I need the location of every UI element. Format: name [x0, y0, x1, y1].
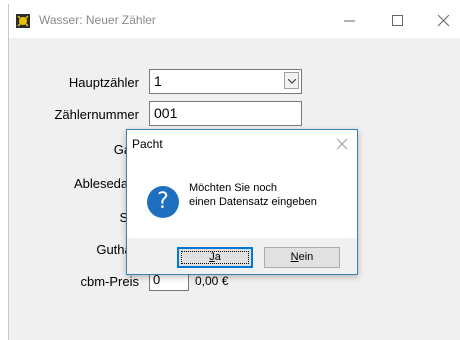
question-icon: ? — [147, 186, 179, 218]
cbm-preis-label: cbm-Preis — [80, 274, 139, 289]
message-dialog: Pacht ? Möchten Sie noch einen Datensatz… — [126, 129, 358, 275]
dialog-title: Pacht — [132, 137, 163, 151]
window-titlebar[interactable]: Wasser: Neuer Zähler — [9, 4, 460, 38]
close-icon — [438, 15, 450, 27]
zaehlernummer-field[interactable]: 001 — [149, 101, 302, 126]
focus-rectangle — [181, 251, 249, 264]
app-icon — [16, 14, 30, 28]
ablesedatum-label: Ablesedatu — [73, 176, 139, 191]
hauptzaehler-label: Hauptzähler — [68, 75, 139, 90]
maximize-icon — [392, 15, 403, 26]
minimize-button[interactable] — [327, 4, 373, 38]
no-button-mnemonic: N — [290, 251, 299, 263]
dialog-message-line1: Möchten Sie noch — [189, 182, 278, 194]
hauptzaehler-select[interactable]: 1 — [149, 69, 302, 94]
close-button[interactable] — [421, 4, 460, 38]
hauptzaehler-value: 1 — [154, 73, 162, 89]
no-button-label-rest: ein — [298, 251, 314, 263]
dialog-message-line2: einen Datensatz eingeben — [189, 196, 317, 208]
yes-button[interactable]: Ja — [177, 247, 253, 268]
window-title: Wasser: Neuer Zähler — [39, 13, 156, 27]
zaehlernummer-value: 001 — [154, 105, 178, 121]
dialog-titlebar[interactable]: Pacht — [127, 130, 357, 158]
guthaben-label: Guthab — [96, 242, 139, 257]
stand-label: Sta — [9, 210, 139, 225]
dialog-message: Möchten Sie noch einen Datensatz eingebe… — [189, 181, 317, 209]
minimize-icon — [344, 20, 355, 22]
maximize-button[interactable] — [375, 4, 421, 38]
dialog-close-icon[interactable] — [336, 138, 348, 150]
cbm-preis-suffix: 0,00 € — [195, 274, 229, 288]
chevron-down-icon — [288, 79, 296, 84]
zaehlernummer-label: Zählernummer — [54, 107, 139, 122]
dropdown-button[interactable] — [284, 72, 299, 89]
garten-label: Gart — [9, 142, 139, 157]
dialog-body: ? Möchten Sie noch einen Datensatz einge… — [127, 158, 357, 238]
no-button[interactable]: Nein — [264, 247, 340, 268]
